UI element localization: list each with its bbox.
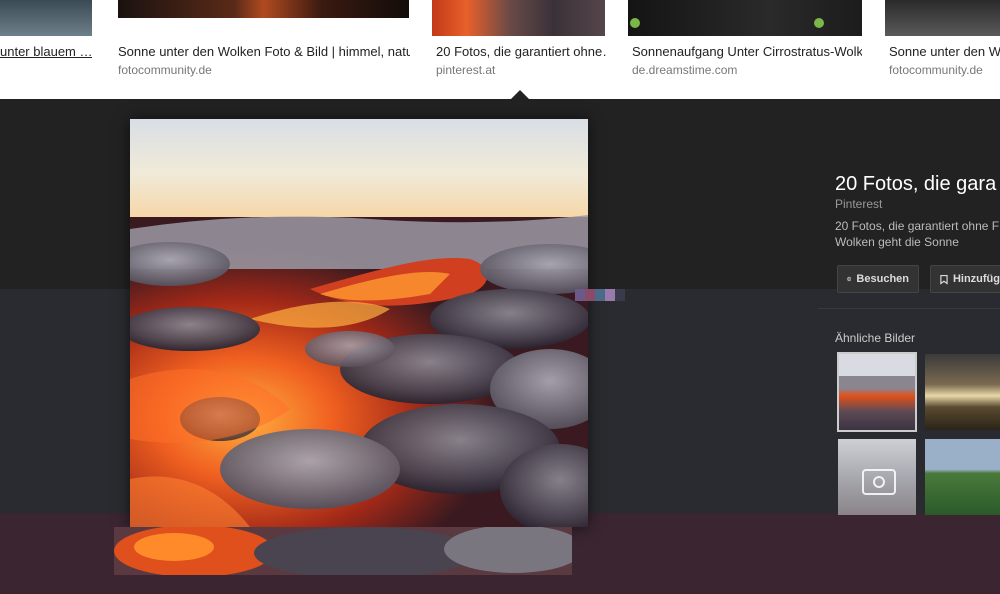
visit-button[interactable]: Besuchen [837, 265, 919, 293]
bookmark-icon [940, 274, 948, 285]
result-thumbnail[interactable] [0, 0, 92, 36]
result-thumbnail[interactable] [885, 0, 1000, 36]
related-image-thumbnail[interactable] [837, 352, 917, 432]
result-title[interactable]: unter blauem … [0, 44, 92, 59]
image-viewer: 20 Fotos, die gara Pinterest 20 Fotos, d… [0, 99, 1000, 594]
main-image-artifact [114, 527, 572, 575]
result-thumbnail[interactable] [118, 0, 409, 18]
image-description: 20 Fotos, die garantiert ohne F Wolken g… [835, 218, 1000, 250]
clouds-sunset-photo [114, 527, 572, 575]
main-image[interactable] [130, 119, 588, 527]
description-line: 20 Fotos, die garantiert ohne F [835, 219, 1000, 233]
globe-icon [847, 276, 852, 282]
result-source: pinterest.at [436, 63, 496, 77]
camera-icon [862, 469, 896, 495]
watermark-icon [630, 18, 640, 28]
watermark-icon [814, 18, 824, 28]
result-title[interactable]: Sonne unter den Wolk [889, 44, 1000, 59]
result-thumbnail[interactable] [432, 0, 605, 36]
related-image-thumbnail[interactable] [925, 354, 1000, 430]
divider [818, 308, 1000, 309]
save-button[interactable]: Hinzufüg [930, 265, 1000, 293]
result-title[interactable]: 20 Fotos, die garantiert ohne… [436, 44, 608, 59]
save-button-label: Hinzufüg [952, 273, 1000, 285]
result-source: fotocommunity.de [118, 63, 212, 77]
result-source: fotocommunity.de [889, 63, 983, 77]
visit-button-label: Besuchen [856, 273, 909, 285]
related-image-thumbnail[interactable] [925, 439, 1000, 515]
result-title[interactable]: Sonnenaufgang Unter Cirrostratus-Wolk… [632, 44, 862, 59]
clouds-sunset-photo [130, 119, 588, 527]
results-strip: unter blauem … Sonne unter den Wolken Fo… [0, 0, 1000, 99]
result-title[interactable]: Sonne unter den Wolken Foto & Bild | him… [118, 44, 410, 59]
image-title[interactable]: 20 Fotos, die gara [835, 173, 996, 196]
caret-up-icon [511, 90, 529, 99]
image-source: Pinterest [835, 197, 883, 211]
result-source: de.dreamstime.com [632, 63, 738, 77]
related-images-heading: Ähnliche Bilder [835, 331, 916, 345]
description-line: Wolken geht die Sonne [835, 235, 959, 249]
render-artifact [575, 289, 625, 301]
result-thumbnail[interactable] [628, 0, 862, 36]
